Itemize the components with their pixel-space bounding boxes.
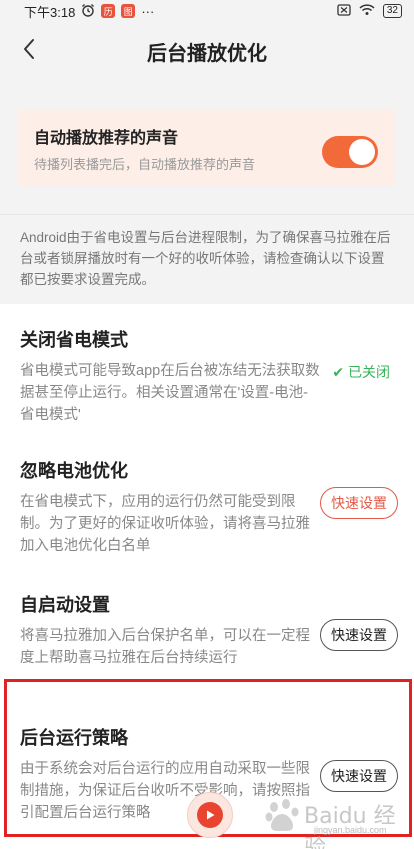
- autoplay-card: 自动播放推荐的声音 待播列表播完后，自动播放推荐的声音: [18, 110, 396, 186]
- wifi-icon: [359, 3, 375, 19]
- more-notifications-icon: ···: [141, 3, 155, 19]
- back-button[interactable]: [14, 36, 44, 66]
- nav-bar: 后台播放优化: [0, 22, 414, 80]
- section-battery-optimization: 忽略电池优化 在省电模式下，应用的运行仍然可能受到限制。为了更好的保证收听体验，…: [0, 435, 414, 569]
- sim-icon: [337, 3, 351, 19]
- autoplay-toggle[interactable]: [322, 136, 378, 168]
- status-left: 下午3:18 历 图 ···: [24, 2, 154, 21]
- section-title: 关闭省电模式: [20, 330, 128, 350]
- section-title: 后台运行策略: [20, 728, 128, 748]
- quick-setup-button-battery[interactable]: 快速设置: [320, 487, 398, 519]
- play-icon: [197, 802, 223, 828]
- status-bar: 下午3:18 历 图 ··· 32: [0, 0, 414, 22]
- battery-icon: 32: [382, 4, 402, 18]
- watermark-url: jingyan.baidu.com: [314, 825, 387, 835]
- baidu-watermark: Baidu 经验 jingyan.baidu.com: [264, 796, 404, 849]
- alarm-icon: [81, 3, 95, 20]
- toggle-knob: [349, 139, 375, 165]
- section-desc: 省电模式可能导致app在后台被冻结无法获取数据甚至停止运行。相关设置通常在'设置…: [20, 363, 320, 423]
- quick-setup-button-autostart[interactable]: 快速设置: [320, 619, 398, 651]
- section-desc: 将喜马拉雅加入后台保护名单，可以在一定程度上帮助喜马拉雅在后台持续运行: [20, 628, 310, 666]
- autoplay-section: 自动播放推荐的声音 待播列表播完后，自动播放推荐的声音: [0, 80, 414, 214]
- section-power-saving: 关闭省电模式 省电模式可能导致app在后台被冻结无法获取数据甚至停止运行。相关设…: [0, 304, 414, 435]
- app-notification-icon-2: 图: [121, 4, 136, 18]
- notice-text: Android由于省电设置与后台进程限制，为了确保喜马拉雅在后台或者锁屏播放时有…: [0, 214, 414, 304]
- floating-player-button[interactable]: [187, 792, 233, 838]
- watermark-text: Baidu 经验: [304, 804, 396, 849]
- quick-setup-button-background[interactable]: 快速设置: [320, 760, 398, 792]
- status-right: 32: [337, 3, 402, 19]
- section-title: 自启动设置: [20, 595, 110, 615]
- section-title: 忽略电池优化: [20, 461, 128, 481]
- status-time: 下午3:18: [24, 4, 76, 20]
- section-autostart: 自启动设置 将喜马拉雅加入后台保护名单，可以在一定程度上帮助喜马拉雅在后台持续运…: [0, 569, 414, 704]
- page-title: 后台播放优化: [147, 42, 267, 65]
- paw-icon: [265, 799, 299, 831]
- status-closed-label: ✔ 已关闭: [332, 364, 390, 380]
- back-arrow-icon: [22, 38, 36, 65]
- section-desc: 在省电模式下，应用的运行仍然可能受到限制。为了更好的保证收听体验，请将喜马拉雅加…: [20, 494, 310, 554]
- app-notification-icon: 历: [101, 4, 116, 18]
